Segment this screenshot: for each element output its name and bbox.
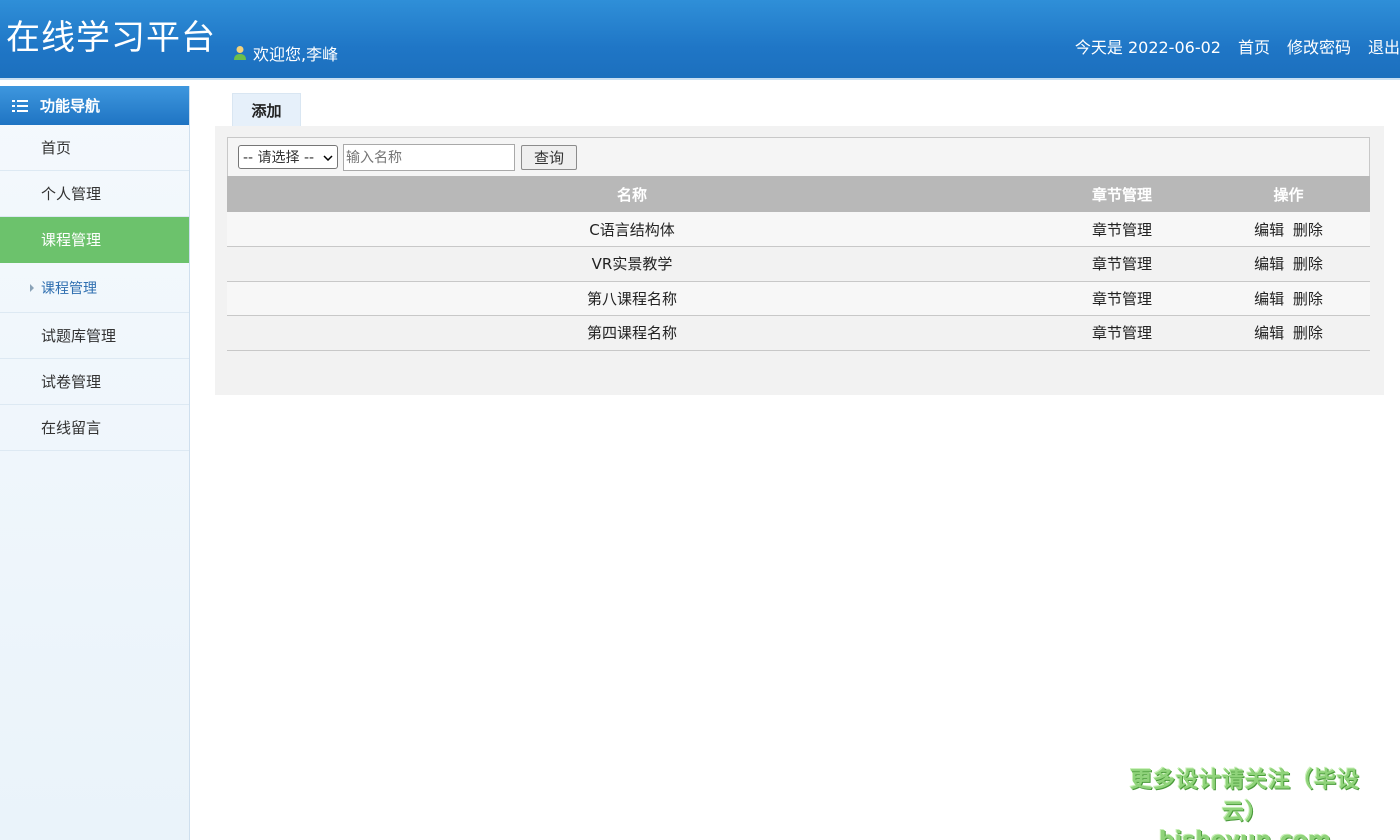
- sidebar-item-home[interactable]: 首页: [0, 125, 189, 171]
- date-text: 今天是 2022-06-02: [1074, 38, 1221, 57]
- edit-link[interactable]: 编辑: [1254, 221, 1284, 239]
- course-name-cell: C语言结构体: [227, 212, 1037, 247]
- app-logo-title: 在线学习平台: [6, 18, 216, 58]
- query-button[interactable]: 查询: [521, 144, 577, 170]
- sidebar-item-question-bank[interactable]: 试题库管理: [0, 313, 189, 359]
- sidebar-item-exam-papers[interactable]: 试卷管理: [0, 359, 189, 405]
- table-row: 第八课程名称 章节管理 编辑 删除: [227, 281, 1370, 316]
- sidebar: 功能导航 首页 个人管理 课程管理 课程管理 试题库管理 试卷管理 在线留言: [0, 86, 190, 840]
- course-name-cell: VR实景教学: [227, 246, 1037, 282]
- chapter-management-link[interactable]: 章节管理: [1037, 212, 1207, 247]
- watermark: 更多设计请关注（毕设云） bisheyun.com: [1115, 762, 1375, 840]
- edit-link[interactable]: 编辑: [1254, 255, 1284, 273]
- course-name-cell: 第八课程名称: [227, 281, 1037, 316]
- logout-link[interactable]: 退出: [1368, 34, 1400, 58]
- chevron-down-icon: [323, 149, 333, 165]
- column-header-chapter: 章节管理: [1037, 176, 1207, 212]
- watermark-line2: bisheyun.com: [1115, 828, 1375, 840]
- table-row: VR实景教学 章节管理 编辑 删除: [227, 246, 1370, 282]
- course-name-cell: 第四课程名称: [227, 315, 1037, 351]
- delete-link[interactable]: 删除: [1293, 324, 1323, 342]
- content-panel: -- 请选择 -- 输入名称 查询 名称 章节管理 操作 C语言结构体 章节管理…: [215, 126, 1384, 395]
- edit-link[interactable]: 编辑: [1254, 290, 1284, 308]
- delete-link[interactable]: 删除: [1293, 221, 1323, 239]
- sidebar-item-label: 首页: [41, 139, 72, 157]
- sidebar-subitem-course-management[interactable]: 课程管理: [0, 263, 189, 313]
- course-table: 名称 章节管理 操作 C语言结构体 章节管理 编辑 删除 VR实景教学 章节管理: [227, 176, 1370, 351]
- sidebar-item-messages[interactable]: 在线留言: [0, 405, 189, 451]
- actions-cell: 编辑 删除: [1207, 281, 1370, 316]
- sidebar-item-label: 试卷管理: [41, 373, 102, 391]
- sidebar-item-personal[interactable]: 个人管理: [0, 171, 189, 217]
- welcome-message: 欢迎您,李峰: [233, 41, 338, 65]
- filter-toolbar: -- 请选择 -- 输入名称 查询: [228, 138, 1369, 176]
- course-list-box: -- 请选择 -- 输入名称 查询 名称 章节管理 操作 C语言结构体 章节管理…: [227, 137, 1370, 351]
- watermark-line1: 更多设计请关注（毕设云）: [1129, 768, 1360, 825]
- input-placeholder: 输入名称: [346, 150, 402, 166]
- sidebar-title-text: 功能导航: [40, 97, 101, 115]
- chapter-management-link[interactable]: 章节管理: [1037, 246, 1207, 282]
- chapter-management-link[interactable]: 章节管理: [1037, 281, 1207, 316]
- list-icon: [12, 99, 28, 113]
- sidebar-subitem-label: 课程管理: [41, 280, 97, 297]
- edit-link[interactable]: 编辑: [1254, 324, 1284, 342]
- sidebar-item-label: 个人管理: [41, 185, 102, 203]
- table-row: C语言结构体 章节管理 编辑 删除: [227, 212, 1370, 247]
- sidebar-item-course-management[interactable]: 课程管理: [0, 217, 189, 263]
- user-icon: [233, 45, 247, 61]
- header-links: 今天是 2022-06-02 首页 修改密码 退出: [1075, 34, 1400, 58]
- change-password-link[interactable]: 修改密码: [1287, 34, 1351, 58]
- column-header-name: 名称: [227, 176, 1037, 212]
- actions-cell: 编辑 删除: [1207, 246, 1370, 282]
- add-tab[interactable]: 添加: [232, 93, 301, 126]
- delete-link[interactable]: 删除: [1293, 255, 1323, 273]
- table-row: 第四课程名称 章节管理 编辑 删除: [227, 315, 1370, 351]
- table-header-row: 名称 章节管理 操作: [227, 176, 1370, 212]
- select-value: -- 请选择 --: [243, 150, 315, 166]
- welcome-text: 欢迎您,李峰: [253, 45, 339, 64]
- category-select[interactable]: -- 请选择 --: [238, 145, 338, 169]
- top-header: 在线学习平台 欢迎您,李峰 今天是 2022-06-02 首页 修改密码 退出: [0, 0, 1400, 80]
- sidebar-item-label: 试题库管理: [41, 327, 117, 345]
- chapter-management-link[interactable]: 章节管理: [1037, 315, 1207, 351]
- actions-cell: 编辑 删除: [1207, 212, 1370, 247]
- column-header-actions: 操作: [1207, 176, 1370, 212]
- delete-link[interactable]: 删除: [1293, 290, 1323, 308]
- actions-cell: 编辑 删除: [1207, 315, 1370, 351]
- home-link[interactable]: 首页: [1238, 34, 1270, 58]
- caret-right-icon: [30, 283, 34, 292]
- sidebar-item-label: 课程管理: [41, 231, 102, 249]
- name-search-input[interactable]: 输入名称: [343, 143, 515, 171]
- sidebar-title: 功能导航: [0, 86, 189, 125]
- sidebar-item-label: 在线留言: [41, 419, 102, 437]
